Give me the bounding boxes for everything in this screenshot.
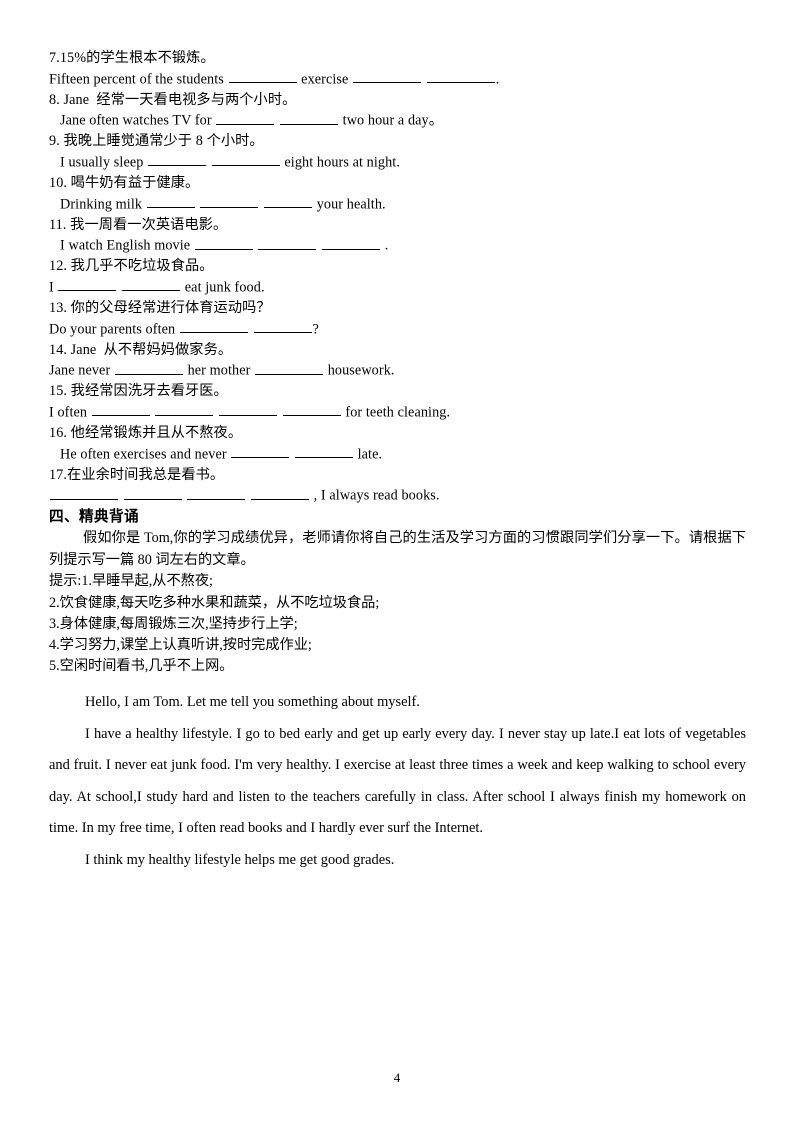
exercise-11-prefix: I watch English movie (60, 237, 194, 254)
exercise-15-prefix: I often (49, 404, 91, 421)
exercise-16-chinese: 16. 他经常锻炼并且从不熬夜。 (49, 425, 243, 442)
answer-blank[interactable] (253, 319, 312, 334)
exercise-17-suffix: , I always read books. (309, 487, 440, 504)
answer-blank[interactable] (264, 194, 313, 209)
page-number: 4 (393, 1070, 401, 1085)
answer-blank[interactable] (219, 402, 278, 417)
exercise-8-prefix: Jane often watches TV for (60, 112, 216, 129)
exercise-17-chinese: 17.在业余时间我总是看书。 (49, 466, 225, 483)
exercise-10-english: Drinking milk your health. (49, 194, 746, 215)
hint-item-3: 3.身体健康,每周锻炼三次,坚持步行上学; (49, 615, 298, 632)
answer-blank[interactable] (216, 110, 275, 125)
page-content: 7.15%的学生根本不锻炼。 Fifteen percent of the st… (49, 48, 746, 876)
exercise-7-prefix: Fifteen percent of the students (49, 71, 228, 88)
exercise-14-suffix: housework. (324, 362, 395, 379)
exercise-13-suffix: ? (312, 321, 319, 338)
essay-opening-text: Hello, I am Tom. Let me tell you somethi… (85, 694, 420, 711)
model-essay: Hello, I am Tom. Let me tell you somethi… (49, 687, 746, 876)
answer-blank[interactable] (155, 402, 214, 417)
exercise-10-chinese: 10. 喝牛奶有益于健康。 (49, 175, 200, 192)
exercise-7-mid: exercise (297, 71, 353, 88)
exercise-16-suffix: late. (353, 446, 383, 463)
essay-body-rest: I go to bed early and get up early every… (49, 725, 746, 837)
answer-blank[interactable] (353, 69, 422, 84)
exercise-10-suffix: your health. (313, 196, 386, 213)
writing-prompt: 假如你是 Tom,你的学习成绩优异，老师请你将自己的生活及学习方面的习惯跟同学们… (49, 528, 746, 571)
exercise-9-prefix: I usually sleep (60, 154, 148, 171)
exercise-8-suffix: two hour a day。 (339, 112, 444, 129)
exercise-15-suffix: for teeth cleaning. (341, 404, 451, 421)
answer-blank[interactable] (250, 485, 309, 500)
exercise-16-prefix: He often exercises and never (60, 446, 231, 463)
exercise-12-english: I eat junk food. (49, 277, 746, 298)
exercise-14-prefix: Jane never (49, 362, 114, 379)
exercise-14-chinese: 14. Jane 从不帮妈妈做家务。 (49, 341, 233, 358)
exercise-12-prefix: I (49, 279, 58, 296)
answer-blank[interactable] (179, 319, 248, 334)
exercise-11-english: I watch English movie . (49, 235, 746, 256)
exercise-17-english: , I always read books. (49, 485, 746, 506)
answer-blank[interactable] (200, 194, 259, 209)
answer-blank[interactable] (50, 485, 118, 500)
essay-opening-line: Hello, I am Tom. Let me tell you somethi… (49, 687, 746, 719)
exercise-13-english: Do your parents often ? (49, 319, 746, 340)
hint-item-1: 提示:1.早睡早起,从不熬夜; (49, 573, 213, 590)
answer-blank[interactable] (114, 360, 183, 375)
exercise-9-english: I usually sleep eight hours at night. (49, 152, 746, 173)
essay-closing-text: I think my healthy lifestyle helps me ge… (85, 851, 395, 868)
answer-blank[interactable] (228, 69, 297, 84)
exercise-16-english: He often exercises and never late. (49, 444, 746, 465)
answer-blank[interactable] (194, 235, 253, 250)
exercise-8-chinese: 8. Jane 经常一天看电视多与两个小时。 (49, 91, 297, 108)
exercise-13-chinese: 13. 你的父母经常进行体育运动吗？ (49, 300, 271, 317)
exercise-15-chinese: 15. 我经常因洗牙去看牙医。 (49, 383, 228, 400)
exercise-7-suffix: . (495, 71, 500, 88)
exercise-12-suffix: eat junk food. (181, 279, 265, 296)
answer-blank[interactable] (255, 360, 324, 375)
answer-blank[interactable] (280, 110, 338, 125)
essay-body-paragraph: I have a healthy lifestyle. I go to bed … (49, 719, 746, 845)
exercise-14-english: Jane never her mother housework. (49, 360, 746, 381)
answer-blank[interactable] (187, 485, 246, 500)
answer-blank[interactable] (122, 277, 181, 292)
answer-blank[interactable] (58, 277, 117, 292)
answer-blank[interactable] (282, 402, 341, 417)
exercise-12-chinese: 12. 我几乎不吃垃圾食品。 (49, 258, 214, 275)
exercise-9-chinese: 9. 我晚上睡觉通常少于 8 个小时。 (49, 133, 264, 150)
exercise-7-chinese: 7.15%的学生根本不锻炼。 (49, 50, 215, 66)
hint-item-2: 2.饮食健康,每天吃多种水果和蔬菜，从不吃垃圾食品; (49, 594, 380, 611)
exercise-11-chinese: 11. 我一周看一次英语电影。 (49, 216, 228, 233)
exercise-14-mid: her mother (183, 362, 255, 379)
exercise-9-suffix: eight hours at night. (280, 154, 400, 171)
writing-prompt-text: 假如你是 Tom,你的学习成绩优异，老师请你将自己的生活及学习方面的习惯跟同学们… (49, 530, 746, 568)
exercise-10-prefix: Drinking milk (60, 196, 146, 213)
exercise-11-suffix: . (381, 237, 389, 254)
exercise-7-english: Fifteen percent of the students exercise… (49, 69, 746, 90)
answer-blank[interactable] (123, 485, 182, 500)
answer-blank[interactable] (426, 69, 495, 84)
exercise-8-english: Jane often watches TV for two hour a day… (49, 110, 746, 131)
answer-blank[interactable] (146, 194, 195, 209)
section-heading: 四、精典背诵 (49, 509, 139, 526)
essay-closing-line: I think my healthy lifestyle helps me ge… (49, 845, 746, 877)
answer-blank[interactable] (231, 444, 290, 459)
answer-blank[interactable] (294, 444, 353, 459)
hint-item-4: 4.学习努力,课堂上认真听讲,按时完成作业; (49, 637, 312, 653)
essay-body-lead: I have a healthy lifestyle. (85, 725, 233, 742)
answer-blank[interactable] (211, 152, 280, 167)
answer-blank[interactable] (322, 235, 381, 250)
exercise-15-english: I often for teeth cleaning. (49, 402, 746, 423)
document-page: 7.15%的学生根本不锻炼。 Fifteen percent of the st… (0, 0, 794, 1123)
answer-blank[interactable] (148, 152, 207, 167)
answer-blank[interactable] (258, 235, 317, 250)
answer-blank[interactable] (91, 402, 150, 417)
hint-item-5: 5.空闲时间看书,几乎不上网。 (49, 658, 234, 675)
exercise-13-prefix: Do your parents often (49, 321, 179, 338)
